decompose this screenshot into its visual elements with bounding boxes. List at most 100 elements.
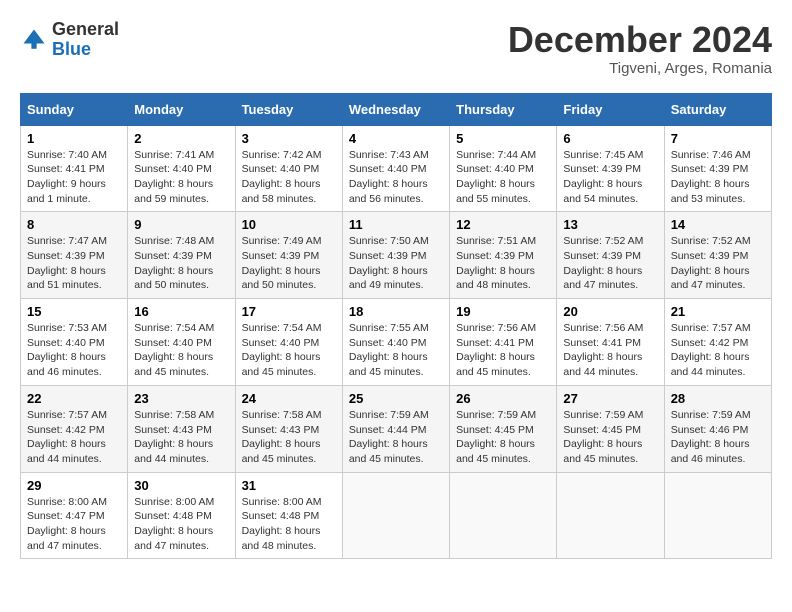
calendar-cell: 25 Sunrise: 7:59 AMSunset: 4:44 PMDayligh… — [342, 385, 449, 472]
day-number: 22 — [27, 391, 121, 406]
day-number: 23 — [134, 391, 228, 406]
cell-info: Sunrise: 7:57 AMSunset: 4:42 PMDaylight:… — [671, 321, 765, 380]
day-number: 4 — [349, 131, 443, 146]
week-row: 15 Sunrise: 7:53 AMSunset: 4:40 PMDayligh… — [21, 299, 772, 386]
calendar-cell: 30 Sunrise: 8:00 AMSunset: 4:48 PMDayligh… — [128, 472, 235, 559]
cell-info: Sunrise: 7:59 AMSunset: 4:45 PMDaylight:… — [563, 408, 657, 467]
calendar-cell: 9Sunrise: 7:48 AMSunset: 4:39 PMDaylight… — [128, 212, 235, 299]
logo: General Blue — [20, 20, 119, 60]
cell-info: Sunrise: 7:58 AMSunset: 4:43 PMDaylight:… — [134, 408, 228, 467]
cell-info: Sunrise: 7:45 AMSunset: 4:39 PMDaylight:… — [563, 148, 657, 207]
week-row: 8 Sunrise: 7:47 AMSunset: 4:39 PMDaylight… — [21, 212, 772, 299]
day-number: 30 — [134, 478, 228, 493]
day-number: 15 — [27, 304, 121, 319]
calendar-cell: 23 Sunrise: 7:58 AMSunset: 4:43 PMDayligh… — [128, 385, 235, 472]
location: Tigveni, Arges, Romania — [508, 60, 772, 77]
day-number: 25 — [349, 391, 443, 406]
day-number: 29 — [27, 478, 121, 493]
day-number: 10 — [242, 217, 336, 232]
cell-info: Sunrise: 7:52 AMSunset: 4:39 PMDaylight:… — [563, 234, 657, 293]
day-number: 19 — [456, 304, 550, 319]
week-row: 22 Sunrise: 7:57 AMSunset: 4:42 PMDayligh… — [21, 385, 772, 472]
day-number: 7 — [671, 131, 765, 146]
calendar-cell: 11 Sunrise: 7:50 AMSunset: 4:39 PMDayligh… — [342, 212, 449, 299]
week-row: 1Sunrise: 7:40 AMSunset: 4:41 PMDaylight… — [21, 125, 772, 212]
day-number: 3 — [242, 131, 336, 146]
cell-info: Sunrise: 7:52 AMSunset: 4:39 PMDaylight:… — [671, 234, 765, 293]
calendar-cell: 28Sunrise: 7:59 AMSunset: 4:46 PMDayligh… — [664, 385, 771, 472]
cell-info: Sunrise: 7:57 AMSunset: 4:42 PMDaylight:… — [27, 408, 121, 467]
calendar-cell — [664, 472, 771, 559]
week-row: 29 Sunrise: 8:00 AMSunset: 4:47 PMDayligh… — [21, 472, 772, 559]
calendar-cell: 1Sunrise: 7:40 AMSunset: 4:41 PMDaylight… — [21, 125, 128, 212]
cell-info: Sunrise: 7:42 AMSunset: 4:40 PMDaylight:… — [242, 148, 336, 207]
column-header-thursday: Thursday — [450, 93, 557, 125]
calendar-cell — [557, 472, 664, 559]
day-number: 11 — [349, 217, 443, 232]
calendar-cell: 16 Sunrise: 7:54 AMSunset: 4:40 PMDayligh… — [128, 299, 235, 386]
day-number: 2 — [134, 131, 228, 146]
cell-info: Sunrise: 7:59 AMSunset: 4:44 PMDaylight:… — [349, 408, 443, 467]
cell-info: Sunrise: 8:00 AMSunset: 4:48 PMDaylight:… — [134, 495, 228, 554]
calendar-cell: 7Sunrise: 7:46 AMSunset: 4:39 PMDaylight… — [664, 125, 771, 212]
month-title: December 2024 — [508, 20, 772, 60]
title-section: December 2024 Tigveni, Arges, Romania — [508, 20, 772, 77]
calendar-cell: 29 Sunrise: 8:00 AMSunset: 4:47 PMDayligh… — [21, 472, 128, 559]
day-number: 26 — [456, 391, 550, 406]
calendar-cell: 26 Sunrise: 7:59 AMSunset: 4:45 PMDayligh… — [450, 385, 557, 472]
calendar-cell: 22 Sunrise: 7:57 AMSunset: 4:42 PMDayligh… — [21, 385, 128, 472]
cell-info: Sunrise: 8:00 AMSunset: 4:48 PMDaylight:… — [242, 495, 336, 554]
calendar-cell: 24Sunrise: 7:58 AMSunset: 4:43 PMDayligh… — [235, 385, 342, 472]
calendar-cell: 4 Sunrise: 7:43 AMSunset: 4:40 PMDaylight… — [342, 125, 449, 212]
cell-info: Sunrise: 7:44 AMSunset: 4:40 PMDaylight:… — [456, 148, 550, 207]
cell-info: Sunrise: 7:56 AMSunset: 4:41 PMDaylight:… — [456, 321, 550, 380]
cell-info: Sunrise: 7:49 AMSunset: 4:39 PMDaylight:… — [242, 234, 336, 293]
column-header-wednesday: Wednesday — [342, 93, 449, 125]
calendar-cell: 3 Sunrise: 7:42 AMSunset: 4:40 PMDaylight… — [235, 125, 342, 212]
column-header-saturday: Saturday — [664, 93, 771, 125]
column-header-monday: Monday — [128, 93, 235, 125]
cell-info: Sunrise: 7:43 AMSunset: 4:40 PMDaylight:… — [349, 148, 443, 207]
logo-icon — [20, 26, 48, 54]
cell-info: Sunrise: 7:50 AMSunset: 4:39 PMDaylight:… — [349, 234, 443, 293]
cell-info: Sunrise: 7:41 AMSunset: 4:40 PMDaylight:… — [134, 148, 228, 207]
calendar-table: SundayMondayTuesdayWednesdayThursdayFrid… — [20, 93, 772, 560]
calendar-cell: 21Sunrise: 7:57 AMSunset: 4:42 PMDayligh… — [664, 299, 771, 386]
cell-info: Sunrise: 7:58 AMSunset: 4:43 PMDaylight:… — [242, 408, 336, 467]
calendar-cell: 27Sunrise: 7:59 AMSunset: 4:45 PMDayligh… — [557, 385, 664, 472]
calendar-cell: 20Sunrise: 7:56 AMSunset: 4:41 PMDayligh… — [557, 299, 664, 386]
calendar-cell: 6Sunrise: 7:45 AMSunset: 4:39 PMDaylight… — [557, 125, 664, 212]
cell-info: Sunrise: 7:54 AMSunset: 4:40 PMDaylight:… — [242, 321, 336, 380]
calendar-cell: 18Sunrise: 7:55 AMSunset: 4:40 PMDayligh… — [342, 299, 449, 386]
cell-info: Sunrise: 8:00 AMSunset: 4:47 PMDaylight:… — [27, 495, 121, 554]
logo-text: General Blue — [52, 20, 119, 60]
day-number: 31 — [242, 478, 336, 493]
cell-info: Sunrise: 7:59 AMSunset: 4:46 PMDaylight:… — [671, 408, 765, 467]
calendar-cell: 14 Sunrise: 7:52 AMSunset: 4:39 PMDayligh… — [664, 212, 771, 299]
cell-info: Sunrise: 7:55 AMSunset: 4:40 PMDaylight:… — [349, 321, 443, 380]
day-number: 12 — [456, 217, 550, 232]
cell-info: Sunrise: 7:59 AMSunset: 4:45 PMDaylight:… — [456, 408, 550, 467]
cell-info: Sunrise: 7:47 AMSunset: 4:39 PMDaylight:… — [27, 234, 121, 293]
cell-info: Sunrise: 7:53 AMSunset: 4:40 PMDaylight:… — [27, 321, 121, 380]
calendar-cell: 2 Sunrise: 7:41 AMSunset: 4:40 PMDaylight… — [128, 125, 235, 212]
cell-info: Sunrise: 7:40 AMSunset: 4:41 PMDaylight:… — [27, 148, 121, 207]
day-number: 13 — [563, 217, 657, 232]
cell-info: Sunrise: 7:56 AMSunset: 4:41 PMDaylight:… — [563, 321, 657, 380]
calendar-cell: 13 Sunrise: 7:52 AMSunset: 4:39 PMDayligh… — [557, 212, 664, 299]
calendar-cell: 31 Sunrise: 8:00 AMSunset: 4:48 PMDayligh… — [235, 472, 342, 559]
calendar-cell: 15 Sunrise: 7:53 AMSunset: 4:40 PMDayligh… — [21, 299, 128, 386]
calendar-cell — [342, 472, 449, 559]
day-number: 8 — [27, 217, 121, 232]
column-header-friday: Friday — [557, 93, 664, 125]
day-number: 16 — [134, 304, 228, 319]
day-number: 9 — [134, 217, 228, 232]
day-number: 17 — [242, 304, 336, 319]
day-number: 14 — [671, 217, 765, 232]
cell-info: Sunrise: 7:54 AMSunset: 4:40 PMDaylight:… — [134, 321, 228, 380]
calendar-cell: 5 Sunrise: 7:44 AMSunset: 4:40 PMDaylight… — [450, 125, 557, 212]
calendar-cell: 17 Sunrise: 7:54 AMSunset: 4:40 PMDayligh… — [235, 299, 342, 386]
column-header-sunday: Sunday — [21, 93, 128, 125]
calendar-cell: 10 Sunrise: 7:49 AMSunset: 4:39 PMDayligh… — [235, 212, 342, 299]
day-number: 5 — [456, 131, 550, 146]
